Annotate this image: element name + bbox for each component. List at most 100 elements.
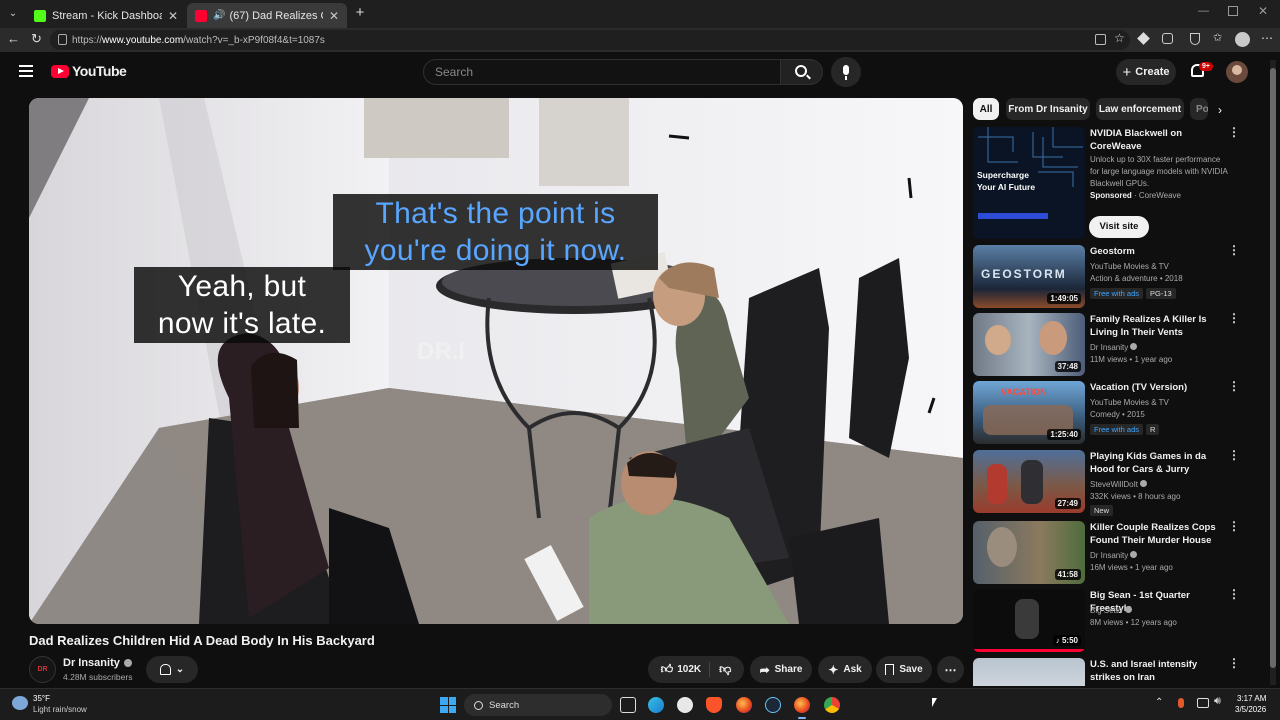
microphone-tray-icon[interactable] bbox=[1178, 698, 1184, 708]
thumbnail[interactable]: 27:49 bbox=[973, 450, 1085, 513]
ask-button[interactable]: ✦ Ask bbox=[818, 656, 872, 683]
video-player[interactable]: DR.I That's the point is you're doing it… bbox=[29, 98, 963, 624]
thumbnail[interactable]: Supercharge Your AI Future bbox=[973, 127, 1085, 239]
tray-overflow-chevron-icon[interactable]: ⌃ bbox=[1155, 697, 1163, 708]
thumbnail[interactable]: ♪ 5:50 bbox=[973, 589, 1085, 652]
subscription-bell-button[interactable]: ⌄ bbox=[146, 656, 198, 683]
mouse-cursor-icon bbox=[932, 698, 937, 707]
dislike-button[interactable]: 👎︎ bbox=[715, 662, 731, 677]
new-tab-button[interactable]: + bbox=[352, 5, 368, 21]
tab-kick-dashboard[interactable]: Stream - Kick Dashboard ✕ bbox=[26, 3, 186, 28]
chips-next-arrow-icon[interactable]: › bbox=[1218, 103, 1222, 117]
verified-check-icon bbox=[1130, 551, 1138, 558]
account-avatar[interactable] bbox=[1226, 61, 1248, 83]
thumbnail-text: VACATION bbox=[1001, 387, 1047, 397]
window-maximize-button[interactable] bbox=[1228, 6, 1238, 16]
recommendation-item[interactable]: 41:58 Killer Couple Realizes Cops Found … bbox=[973, 520, 1263, 585]
weather-icon[interactable] bbox=[12, 696, 28, 710]
windows-start-icon[interactable] bbox=[440, 697, 456, 713]
more-options-icon[interactable]: ⋮ bbox=[1228, 312, 1240, 324]
more-options-icon[interactable]: ⋮ bbox=[1228, 126, 1240, 138]
more-options-icon[interactable]: ⋮ bbox=[1228, 588, 1240, 600]
network-icon[interactable] bbox=[1197, 698, 1209, 708]
thumbnail[interactable]: 37:48 bbox=[973, 313, 1085, 376]
video-meta: 8M views • 12 years ago bbox=[1090, 618, 1177, 627]
recommendation-item[interactable]: ♪ 5:50 Big Sean - 1st Quarter Freestyle … bbox=[973, 588, 1263, 653]
recommendation-item[interactable]: U.S. and Israel intensify strikes on Ira… bbox=[973, 658, 1263, 686]
thumbnail[interactable]: 41:58 bbox=[973, 521, 1085, 584]
recommendation-item[interactable]: 37:48 Family Realizes A Killer Is Living… bbox=[973, 312, 1263, 377]
taskbar-search-box[interactable]: Search bbox=[464, 694, 612, 716]
speaker-icon[interactable]: 🔊 bbox=[213, 10, 225, 21]
brave-browser-icon[interactable] bbox=[706, 697, 722, 713]
channel-name[interactable]: Dr Insanity bbox=[63, 657, 132, 669]
browser-menu-icon[interactable]: ⋯ bbox=[1261, 31, 1273, 45]
chip-all[interactable]: All bbox=[973, 98, 999, 120]
github-icon[interactable] bbox=[677, 697, 693, 713]
scrollbar-thumb[interactable] bbox=[1270, 68, 1276, 668]
taskbar-search-label: Search bbox=[489, 699, 520, 711]
search-input[interactable]: Search bbox=[423, 59, 781, 85]
more-options-icon[interactable]: ⋮ bbox=[1228, 449, 1240, 461]
recommendation-sponsored[interactable]: Supercharge Your AI Future NVIDIA Blackw… bbox=[973, 126, 1263, 243]
recommendation-item[interactable]: VACATION 1:25:40 Vacation (TV Version) Y… bbox=[973, 380, 1263, 445]
more-options-icon[interactable]: ⋮ bbox=[1228, 244, 1240, 256]
tab-close-icon[interactable]: ✕ bbox=[168, 9, 178, 23]
edge-browser-icon[interactable] bbox=[648, 697, 664, 713]
favorite-star-icon[interactable]: ☆ bbox=[1114, 31, 1125, 45]
recommendation-item[interactable]: 27:49 Playing Kids Games in da Hood for … bbox=[973, 449, 1263, 516]
reload-icon[interactable]: ↻ bbox=[31, 31, 42, 47]
more-options-icon[interactable]: ⋮ bbox=[1228, 520, 1240, 532]
channel-name-text: Dr Insanity bbox=[1090, 343, 1129, 352]
create-button[interactable]: + Create bbox=[1116, 59, 1176, 85]
tab-youtube-video[interactable]: 🔊 (67) Dad Realizes Children Hid ✕ bbox=[187, 3, 347, 28]
weather-temp[interactable]: 35°F bbox=[33, 694, 50, 703]
recommendation-title: U.S. and Israel intensify strikes on Ira… bbox=[1090, 659, 1198, 683]
collections-icon[interactable]: ✩ bbox=[1213, 31, 1222, 44]
like-button[interactable]: 👍︎ 102K bbox=[661, 662, 711, 677]
search-button[interactable] bbox=[781, 59, 823, 85]
thumbnail[interactable]: GEOSTORM 1:49:05 bbox=[973, 245, 1085, 308]
caption-top: That's the point is you're doing it now. bbox=[333, 194, 658, 270]
shield-icon[interactable] bbox=[1190, 33, 1200, 45]
youtube-logo[interactable]: YouTube bbox=[51, 63, 127, 79]
task-view-icon[interactable] bbox=[620, 697, 636, 713]
clock-time[interactable]: 3:17 AM bbox=[1237, 694, 1266, 703]
more-options-icon[interactable]: ⋮ bbox=[1228, 380, 1240, 392]
back-arrow-icon[interactable]: ← bbox=[7, 31, 20, 46]
hamburger-menu-icon[interactable] bbox=[19, 65, 33, 77]
tab-close-icon[interactable]: ✕ bbox=[329, 9, 339, 23]
page-scrollbar[interactable] bbox=[1270, 60, 1276, 685]
chip-more[interactable]: Po bbox=[1190, 98, 1208, 120]
channel-name-text: Dr Insanity bbox=[1090, 551, 1129, 560]
steam-icon[interactable] bbox=[765, 697, 781, 713]
recommendation-item[interactable]: GEOSTORM 1:49:05 Geostorm YouTube Movies… bbox=[973, 244, 1263, 309]
extension-diamond-icon[interactable] bbox=[1137, 32, 1150, 45]
chip-from-dr-insanity[interactable]: From Dr Insanity bbox=[1006, 98, 1090, 120]
thumbnail[interactable]: VACATION 1:25:40 bbox=[973, 381, 1085, 444]
url-field[interactable]: https://www.youtube.com/watch?v=_b-xP9f0… bbox=[50, 30, 1130, 50]
channel-name-text: Dr Insanity bbox=[63, 657, 120, 669]
firefox-dev-icon[interactable] bbox=[794, 697, 810, 713]
more-actions-button[interactable]: ⋯ bbox=[937, 656, 964, 683]
extensions-icon[interactable] bbox=[1095, 34, 1106, 45]
voice-search-button[interactable] bbox=[831, 57, 861, 87]
recommendation-title: Playing Kids Games in da Hood for Cars &… bbox=[1090, 451, 1207, 475]
puzzle-icon[interactable] bbox=[1162, 33, 1173, 44]
site-info-icon[interactable] bbox=[58, 34, 67, 45]
chrome-icon[interactable] bbox=[824, 697, 840, 713]
window-close-button[interactable]: ✕ bbox=[1258, 4, 1268, 18]
share-button[interactable]: ➦ Share bbox=[750, 656, 812, 683]
more-options-icon[interactable]: ⋮ bbox=[1228, 658, 1240, 669]
thumbnail[interactable] bbox=[973, 658, 1085, 686]
visit-site-button[interactable]: Visit site bbox=[1089, 216, 1149, 238]
chip-law-enforcement[interactable]: Law enforcement bbox=[1096, 98, 1184, 120]
channel-avatar[interactable]: DR bbox=[29, 656, 56, 683]
window-minimize-button[interactable]: — bbox=[1198, 5, 1212, 19]
save-button[interactable]: Save bbox=[876, 656, 932, 683]
firefox-icon[interactable] bbox=[736, 697, 752, 713]
profile-avatar[interactable] bbox=[1235, 32, 1250, 47]
tab-list-chevron-icon[interactable]: ⌄ bbox=[6, 7, 20, 21]
plus-icon: + bbox=[1122, 63, 1132, 81]
volume-icon[interactable]: 🔊︎ bbox=[1214, 695, 1221, 708]
